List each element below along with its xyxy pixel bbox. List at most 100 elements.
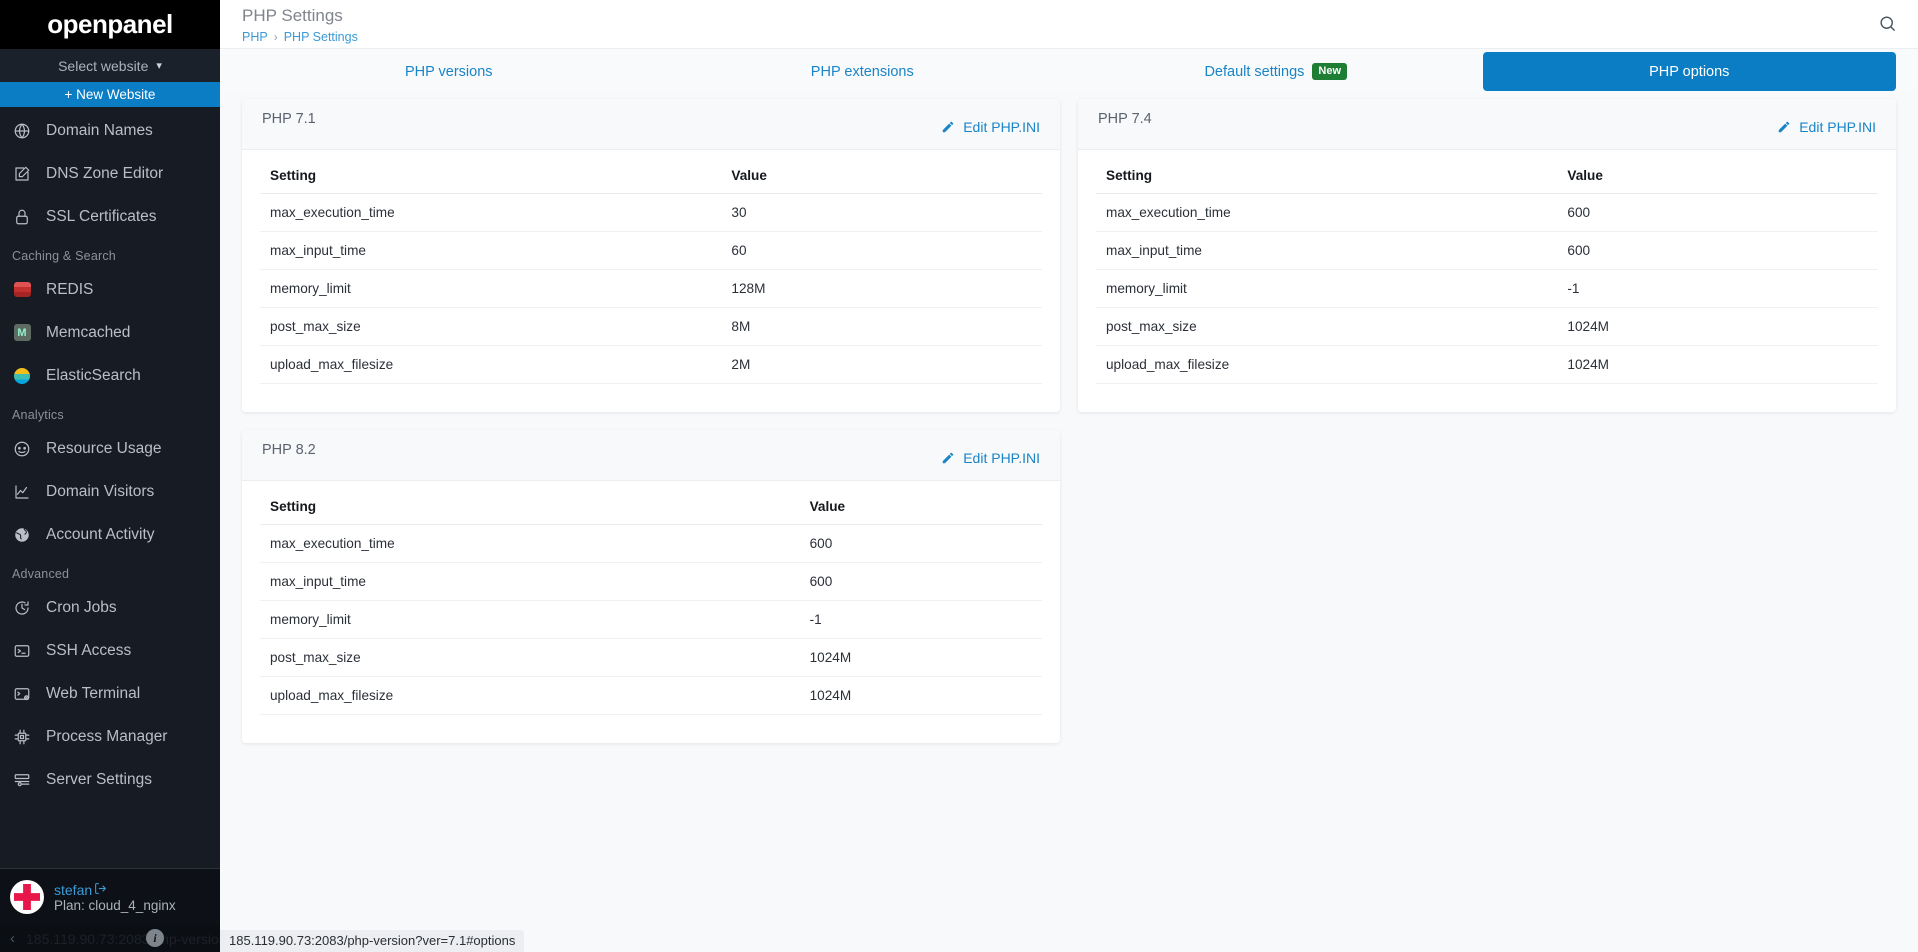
setting-name: memory_limit [260, 600, 800, 639]
setting-name: max_execution_time [260, 524, 800, 563]
sidebar-item-resource-usage[interactable]: Resource Usage [0, 427, 220, 470]
tab-php-options[interactable]: PHP options [1482, 52, 1896, 91]
sidebar-section-advanced: Advanced [12, 567, 70, 581]
info-icon[interactable]: i [146, 929, 164, 947]
line-chart-icon [12, 482, 32, 502]
column-header-value: Value [721, 160, 1042, 194]
setting-value: 600 [799, 524, 1042, 563]
setting-name: max_execution_time [260, 193, 722, 232]
logout-icon[interactable] [94, 882, 107, 898]
browser-status-url: 185.119.90.73:2083/php-version?ver=7.1#o… [220, 930, 525, 952]
sidebar-item-label: Account Activity [46, 525, 155, 543]
user-profile[interactable]: stefan Plan: cloud_4_nginx [0, 868, 220, 925]
top-bar: PHP Settings PHP › PHP Settings [220, 0, 1918, 49]
table-row: max_input_time 60 [260, 231, 1042, 270]
setting-value: -1 [1557, 269, 1878, 308]
setting-name: post_max_size [1096, 307, 1558, 346]
sidebar-item-dns-zone-editor[interactable]: DNS Zone Editor [0, 152, 220, 195]
sidebar-nav: Domain Names DNS Zone Editor SSL Certifica… [0, 107, 220, 868]
sidebar-item-account-activity[interactable]: Account Activity [0, 513, 220, 556]
sidebar-item-cron-jobs[interactable]: Cron Jobs [0, 586, 220, 629]
card-body: Setting Value max_execution_time 600 max_inp… [242, 481, 1060, 743]
php-settings-table: Setting Value max_execution_time 600 max_inp… [260, 491, 1042, 715]
chevron-left-icon[interactable]: ‹ [10, 930, 15, 947]
sidebar-item-ssh-access[interactable]: SSH Access [0, 629, 220, 672]
sidebar-item-server-settings[interactable]: Server Settings [0, 758, 220, 801]
table-row: max_execution_time 30 [260, 193, 1042, 232]
user-plan: Plan: cloud_4_nginx [54, 897, 176, 913]
setting-name: max_input_time [260, 562, 800, 601]
setting-value: 600 [1557, 193, 1878, 232]
setting-value: 1024M [1557, 345, 1878, 384]
setting-value: 600 [799, 562, 1042, 601]
setting-value: -1 [799, 600, 1042, 639]
sidebar-item-ssl-certificates[interactable]: SSL Certificates [0, 195, 220, 238]
php-cards-grid: PHP 7.1 Edit PHP.INI Setting Value max_execu… [242, 99, 1896, 743]
elasticsearch-icon [12, 366, 32, 386]
user-name-row[interactable]: stefan [54, 882, 176, 898]
tab-label: PHP versions [404, 63, 493, 80]
table-header-row: Setting Value [1096, 160, 1878, 194]
edit-php-ini-link[interactable]: Edit PHP.INI [941, 450, 1040, 466]
sidebar-item-web-terminal[interactable]: Web Terminal [0, 672, 220, 715]
card-title: PHP 7.1 [262, 111, 316, 127]
setting-value: 2M [721, 345, 1042, 384]
sidebar-item-label: REDIS [46, 280, 94, 298]
edit-php-ini-link[interactable]: Edit PHP.INI [941, 119, 1040, 135]
sidebar-item-memcached[interactable]: M Memcached [0, 311, 220, 354]
website-selector-label: Select website [58, 57, 149, 74]
sidebar-item-label: Cron Jobs [46, 598, 117, 616]
new-website-button[interactable]: + New Website [0, 82, 220, 107]
sidebar-item-process-manager[interactable]: Process Manager [0, 715, 220, 758]
redis-icon [12, 280, 32, 300]
table-row: post_max_size 8M [260, 307, 1042, 346]
setting-value: 1024M [799, 676, 1042, 715]
tab-label: PHP options [1649, 63, 1730, 80]
breadcrumb-current[interactable]: PHP Settings [284, 30, 358, 44]
setting-value: 8M [721, 307, 1042, 346]
setting-value: 30 [721, 193, 1042, 232]
sidebar-item-label: DNS Zone Editor [46, 164, 164, 182]
php-card-php-7-4: PHP 7.4 Edit PHP.INI Setting Value max_execu… [1078, 99, 1896, 412]
table-row: upload_max_filesize 1024M [1096, 345, 1878, 384]
table-row: max_execution_time 600 [1096, 193, 1878, 232]
user-name: stefan [54, 881, 93, 898]
tab-default-settings[interactable]: Default settings New [1069, 52, 1483, 91]
website-selector[interactable]: Select website ▾ [0, 49, 220, 82]
tab-php-versions[interactable]: PHP versions [242, 52, 656, 91]
breadcrumb-separator: › [273, 30, 278, 44]
setting-name: upload_max_filesize [260, 676, 800, 715]
edit-square-icon [12, 164, 32, 184]
table-row: post_max_size 1024M [1096, 307, 1878, 346]
breadcrumb-root[interactable]: PHP [242, 30, 268, 44]
column-header-setting: Setting [260, 491, 800, 525]
table-header-row: Setting Value [260, 160, 1042, 194]
table-row: max_execution_time 600 [260, 524, 1042, 563]
sidebar-item-domain-names[interactable]: Domain Names [0, 109, 220, 152]
table-row: memory_limit -1 [1096, 269, 1878, 308]
sidebar-item-redis[interactable]: REDIS [0, 268, 220, 311]
tab-bar: PHP versions PHP extensions Default settin… [220, 49, 1918, 94]
sidebar-item-label: SSL Certificates [46, 207, 157, 225]
table-row: upload_max_filesize 1024M [260, 676, 1042, 715]
setting-value: 600 [1557, 231, 1878, 270]
column-header-value: Value [799, 491, 1042, 525]
server-icon [12, 770, 32, 790]
search-icon[interactable] [1872, 8, 1902, 38]
column-header-value: Value [1557, 160, 1878, 194]
sidebar-item-domain-visitors[interactable]: Domain Visitors [0, 470, 220, 513]
sidebar-item-elasticsearch[interactable]: ElasticSearch [0, 354, 220, 397]
sidebar-item-label: Memcached [46, 323, 131, 341]
sidebar: openpanel Select website ▾ + New Website… [0, 0, 334, 952]
globe-activity-icon [12, 525, 32, 545]
edit-php-ini-link[interactable]: Edit PHP.INI [1777, 119, 1876, 135]
card-header: PHP 7.4 Edit PHP.INI [1078, 99, 1896, 150]
sidebar-section-caching-search: Caching & Search [12, 249, 116, 263]
breadcrumb: PHP › PHP Settings [242, 30, 358, 44]
chevron-down-icon: ▾ [156, 60, 162, 72]
card-title: PHP 7.4 [1098, 111, 1152, 127]
brand-logo[interactable]: openpanel [0, 0, 220, 49]
setting-value: 1024M [799, 638, 1042, 677]
tab-php-extensions[interactable]: PHP extensions [656, 52, 1070, 91]
setting-name: max_input_time [260, 231, 722, 270]
